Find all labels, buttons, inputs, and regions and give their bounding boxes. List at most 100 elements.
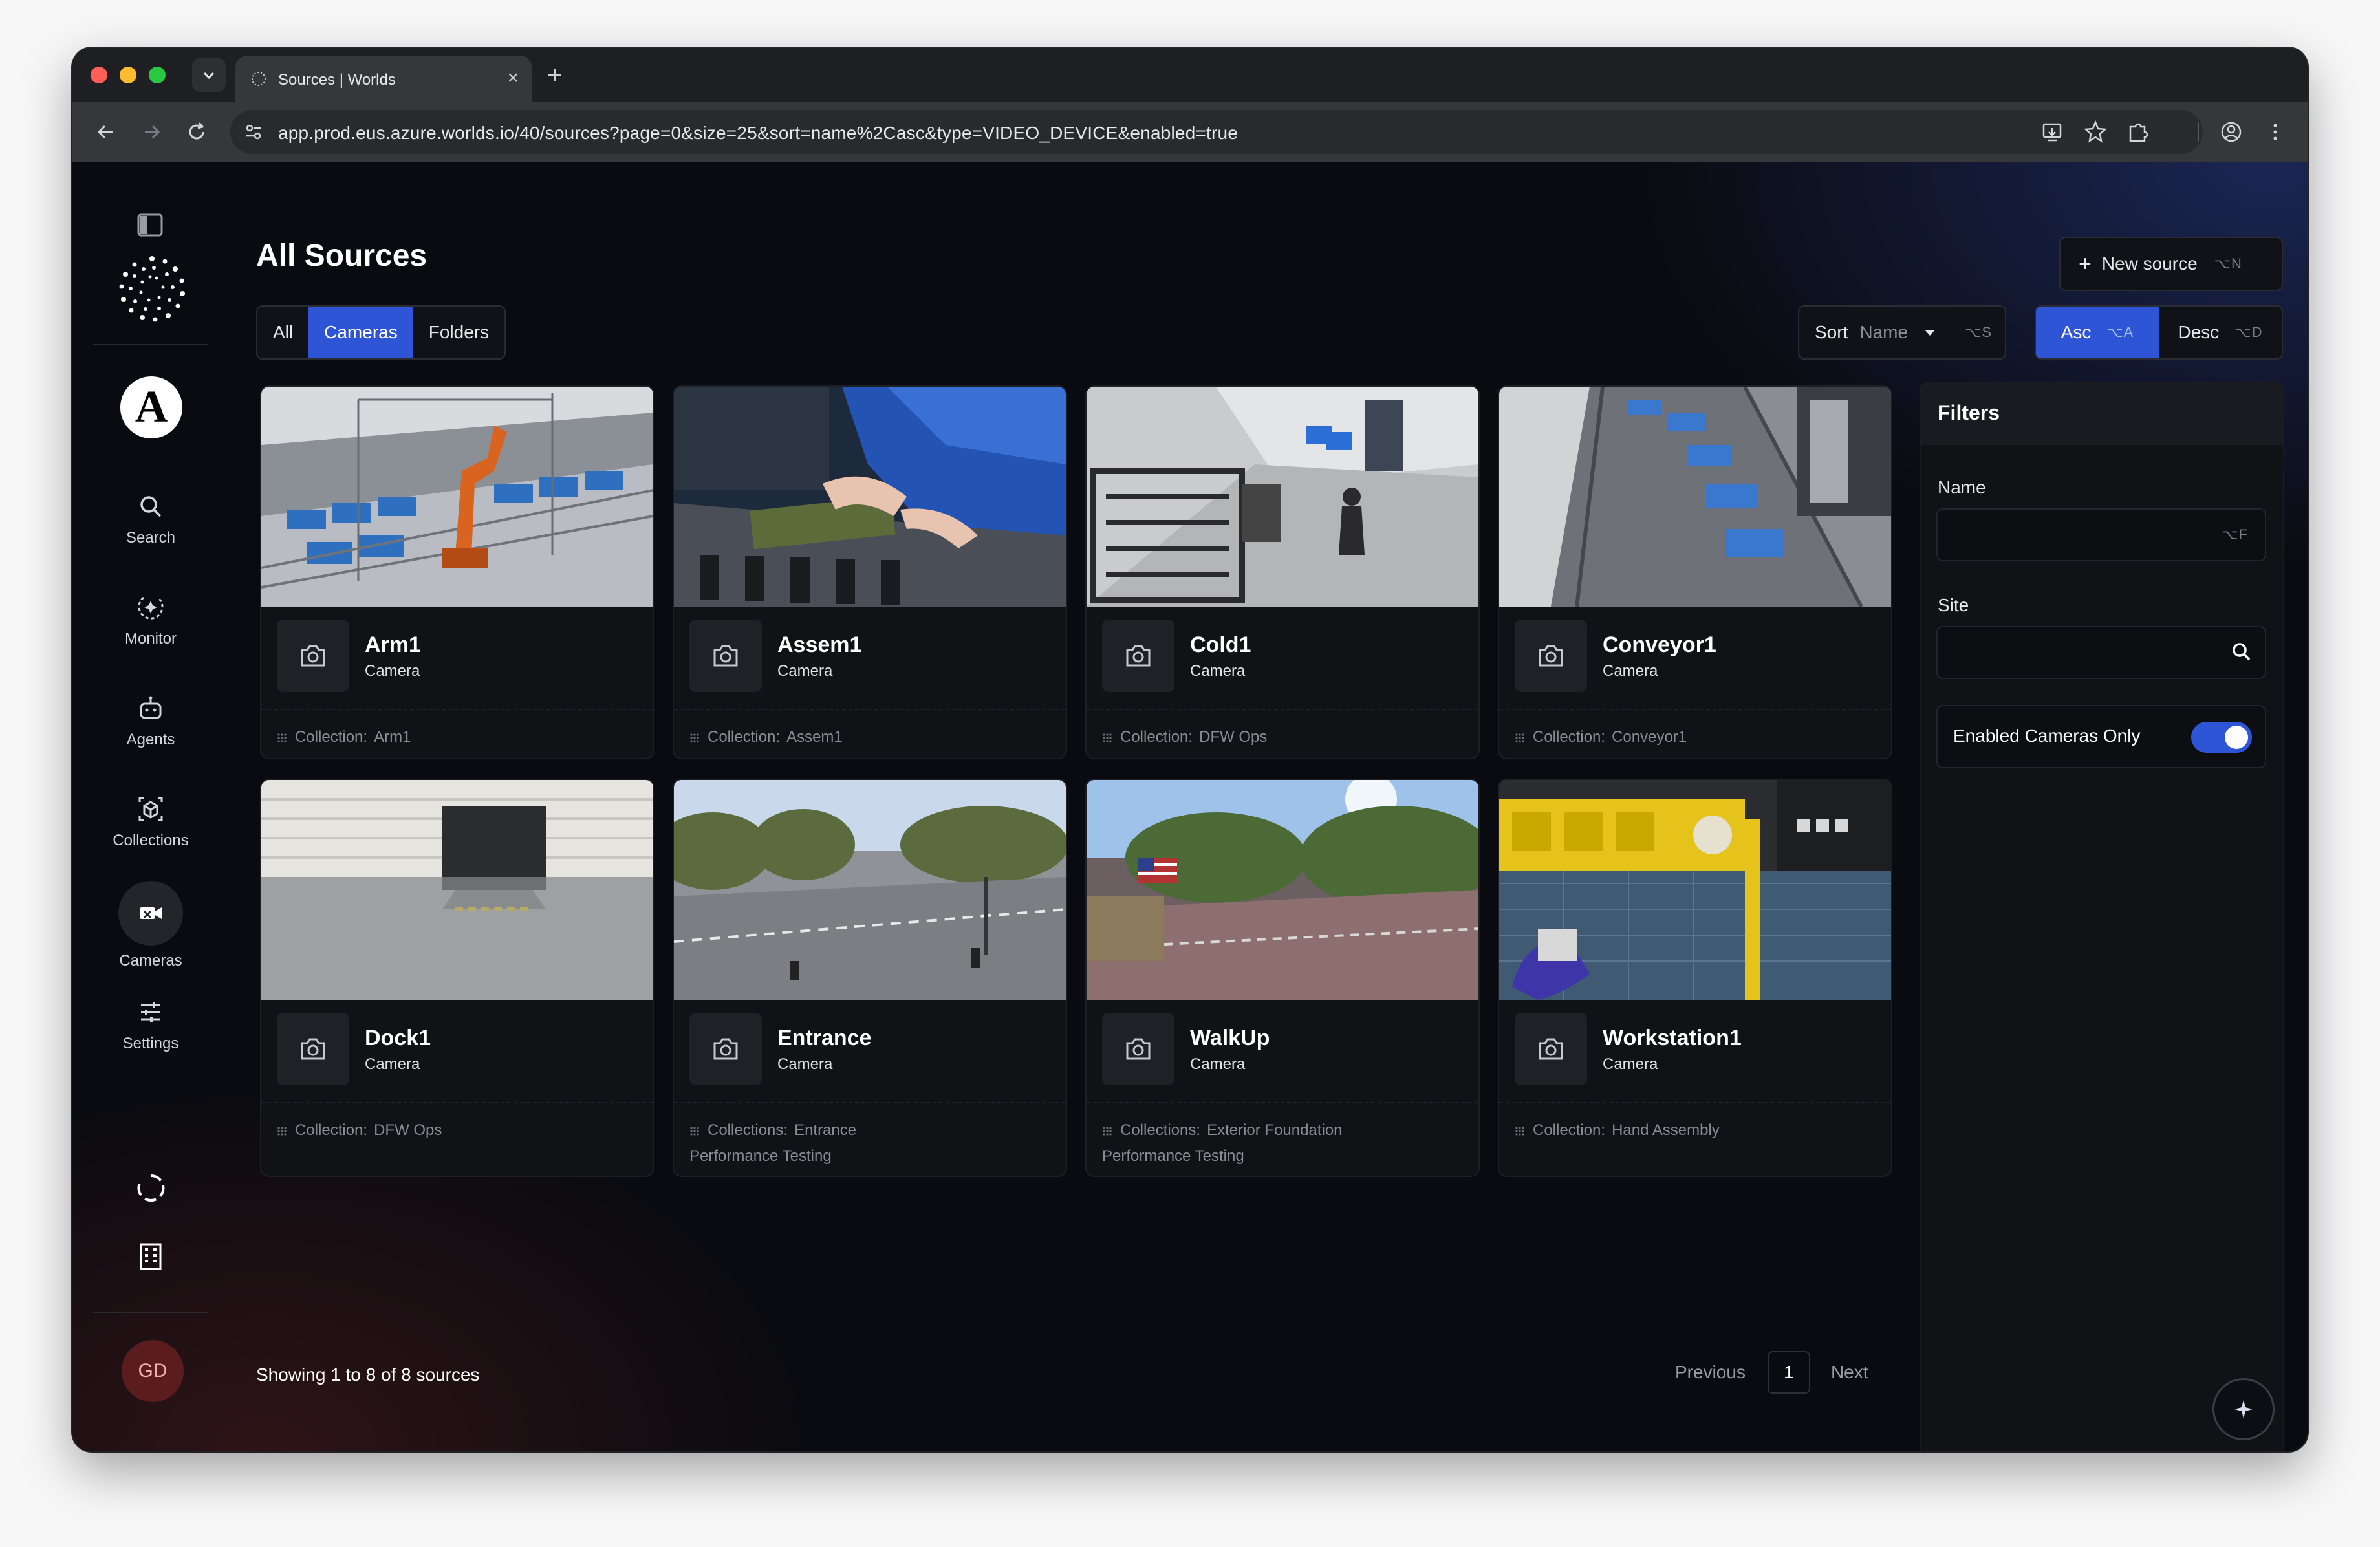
extensions-puzzle-icon[interactable] (2125, 119, 2151, 145)
name-filter-label: Name (1938, 477, 1986, 497)
forward-arrow-icon[interactable] (140, 120, 163, 144)
card-header: Dock1 Camera (261, 1000, 653, 1103)
minimize-window-button[interactable] (120, 67, 136, 83)
user-initials: GD (138, 1360, 168, 1381)
back-arrow-icon[interactable] (94, 120, 118, 144)
close-tab-icon[interactable]: × (507, 67, 519, 89)
sidebar-item-cameras[interactable]: Cameras (93, 881, 208, 970)
sidebar-item-agents[interactable]: Agents (93, 692, 208, 749)
collections-value: Hand Assembly (1612, 1121, 1720, 1139)
install-app-icon[interactable] (2040, 119, 2066, 145)
source-card[interactable]: Cold1 Camera Collection: DFW Ops (1085, 385, 1480, 759)
search-icon[interactable] (2229, 639, 2255, 665)
sort-asc-button[interactable]: Asc ⌥A (2036, 307, 2159, 358)
sort-select[interactable]: Sort Name ⌥S (1798, 305, 2006, 360)
enabled-cameras-switch[interactable] (2191, 722, 2252, 753)
camera-thumbnail[interactable] (674, 780, 1066, 1000)
browser-tab[interactable]: Sources | Worlds × (235, 56, 532, 102)
tab-list-button[interactable] (192, 58, 226, 92)
loading-dock-image (261, 780, 653, 1000)
new-source-button[interactable]: + New source ⌥N (2059, 237, 2283, 291)
name-filter-input[interactable]: ⌥F (1936, 508, 2266, 561)
profile-icon[interactable] (2218, 119, 2244, 145)
maximize-window-button[interactable] (149, 67, 166, 83)
sort-desc-button[interactable]: Desc ⌥D (2159, 307, 2282, 358)
site-settings-icon[interactable] (243, 122, 264, 142)
camera-icon (1539, 645, 1563, 667)
card-header: WalkUp Camera (1087, 1000, 1478, 1103)
organization-initial: A (135, 382, 168, 432)
camera-thumbnail[interactable] (1499, 387, 1891, 607)
site-filter-input[interactable] (1936, 626, 2266, 679)
grip-dots-icon (690, 1127, 699, 1136)
camera-icon (301, 645, 325, 667)
pagination: Previous 1 Next (1675, 1351, 1868, 1394)
camera-thumbnail[interactable] (674, 387, 1066, 607)
camera-icon-box (1515, 1013, 1587, 1085)
camera-thumbnail[interactable] (1499, 780, 1891, 1000)
organization-avatar[interactable]: A (120, 376, 182, 438)
sort-asc-shortcut: ⌥A (2106, 324, 2134, 340)
source-card[interactable]: Arm1 Camera Collection: Arm1 (260, 385, 654, 759)
type-option-all[interactable]: All (257, 307, 308, 358)
filters-panel: Filters Name ⌥F Site Enabled Cameras Onl… (1920, 382, 2284, 1451)
camera-thumbnail[interactable] (261, 780, 653, 1000)
source-card[interactable]: Assem1 Camera Collection: Assem1 (673, 385, 1067, 759)
source-type: Camera (1190, 1055, 1246, 1073)
source-card[interactable]: Workstation1 Camera Collection: Hand Asse… (1498, 779, 1892, 1177)
sidebar-item-label: Cameras (119, 952, 182, 969)
source-card[interactable]: WalkUp Camera Collections: Exterior Found… (1085, 779, 1480, 1177)
user-avatar[interactable]: GD (122, 1340, 184, 1402)
source-card[interactable]: Dock1 Camera Collection: DFW Ops (260, 779, 654, 1177)
worlds-logo-icon[interactable] (116, 254, 188, 325)
close-window-button[interactable] (91, 67, 107, 83)
source-type: Camera (777, 662, 833, 680)
collections-value: Arm1 (374, 728, 411, 746)
building-icon[interactable] (135, 1240, 167, 1273)
previous-page-button[interactable]: Previous (1675, 1362, 1746, 1383)
collections-label: Collection: (295, 1121, 368, 1139)
source-type: Camera (777, 1055, 833, 1073)
toolbar-divider (2198, 122, 2199, 142)
collections-label: Collection: (1533, 1121, 1606, 1139)
collections-info: Collections: Exterior Foundation Performan… (1102, 1118, 1464, 1169)
camera-thumbnail[interactable] (1087, 387, 1478, 607)
filters-title: Filters (1938, 401, 2000, 424)
active-item-highlight (118, 881, 183, 946)
source-card[interactable]: Entrance Camera Collections: Entrance Perf… (673, 779, 1067, 1177)
collections-info: Collection: Conveyor1 (1515, 724, 1877, 750)
sidebar-item-search[interactable]: Search (93, 490, 208, 547)
collections-label: Collections: (1120, 1121, 1201, 1139)
source-name: WalkUp (1190, 1026, 1270, 1050)
source-name: Assem1 (777, 633, 862, 657)
type-option-cameras[interactable]: Cameras (308, 307, 413, 358)
collections-value: Exterior Foundation (1207, 1121, 1343, 1139)
sliders-icon (141, 1002, 160, 1022)
source-card[interactable]: Conveyor1 Camera Collection: Conveyor1 (1498, 385, 1892, 759)
camera-icon (1126, 645, 1151, 667)
type-option-folders[interactable]: Folders (413, 307, 504, 358)
sidebar-toggle-icon[interactable] (136, 212, 164, 238)
camera-thumbnail[interactable] (261, 387, 653, 607)
sidebar-item-settings[interactable]: Settings (93, 996, 208, 1053)
camera-thumbnail[interactable] (1087, 780, 1478, 1000)
loading-spinner-icon[interactable] (135, 1172, 167, 1204)
source-name: Cold1 (1190, 633, 1251, 657)
sidebar-item-label: Search (125, 529, 176, 546)
page-number-button[interactable]: 1 (1767, 1351, 1810, 1394)
bookmark-star-icon[interactable] (2082, 119, 2108, 145)
address-bar[interactable]: app.prod.eus.azure.worlds.io/40/sources?… (230, 110, 2203, 154)
next-page-button[interactable]: Next (1831, 1362, 1868, 1383)
sort-shortcut: ⌥S (1965, 324, 1993, 340)
ai-assistant-button[interactable] (2214, 1380, 2273, 1438)
source-type: Camera (1190, 662, 1246, 680)
new-tab-button[interactable]: + (547, 60, 562, 91)
sidebar-item-monitor[interactable]: Monitor (93, 591, 208, 648)
camera-icon-box (689, 1013, 762, 1085)
browser-menu-icon[interactable] (2262, 119, 2288, 145)
sidebar-item-collections[interactable]: Collections (93, 793, 208, 850)
reload-icon[interactable] (185, 120, 208, 144)
grip-dots-icon (277, 1127, 287, 1136)
collections-info: Collection: DFW Ops (277, 1118, 639, 1143)
grip-dots-icon (1515, 1127, 1524, 1136)
